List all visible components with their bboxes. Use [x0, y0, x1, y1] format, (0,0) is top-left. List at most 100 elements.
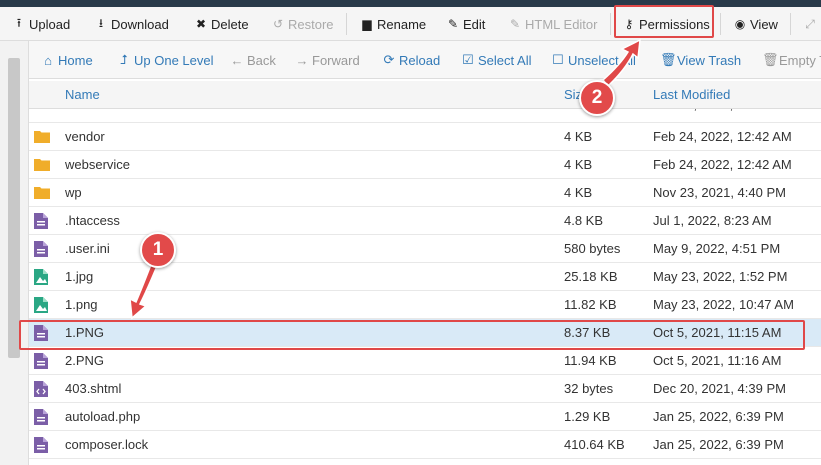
- level-up-icon: ⮥: [120, 52, 128, 67]
- table-row[interactable]: 1.PNG 8.37 KB Oct 5, 2021, 11:15 AM: [29, 319, 821, 347]
- file-size: 8.37 KB: [564, 325, 611, 340]
- file-name: 2.PNG: [65, 353, 105, 368]
- toolbar-divider: [720, 13, 721, 35]
- table-row[interactable]: vendor 4 KB Feb 24, 2022, 12:42 AM: [29, 123, 821, 151]
- file-name: 1.jpg: [65, 269, 94, 284]
- arrow-left-icon: ←: [230, 52, 244, 68]
- file-modified: Feb 24, 2022, 12:42 AM: [653, 129, 792, 144]
- top-strip: [0, 0, 821, 7]
- table-row[interactable]: var 4 KB Feb 24, 2022, 12:42 AM: [29, 109, 821, 123]
- text-file-icon: [34, 409, 48, 425]
- table-row[interactable]: .htaccess 4.8 KB Jul 1, 2022, 8:23 AM: [29, 207, 821, 235]
- file-modified: May 23, 2022, 1:52 PM: [653, 269, 788, 284]
- file-name: wp: [65, 185, 82, 200]
- reload-button[interactable]: ⟳ Reload: [382, 41, 441, 79]
- up-one-level-button[interactable]: ⮥ Up One Level: [117, 41, 213, 79]
- file-toolbar: ⭱ Upload ⭳ Download ✖ Delete ↺ Restore ▆ Rena…: [0, 7, 821, 41]
- folder-icon: [34, 129, 50, 145]
- file-modified: Oct 5, 2021, 11:15 AM: [653, 325, 782, 340]
- home-button[interactable]: ⌂ Home: [41, 41, 93, 79]
- column-header-name[interactable]: Name: [65, 81, 100, 109]
- column-header-last-modified[interactable]: Last Modified: [653, 81, 730, 109]
- table-row[interactable]: webservice 4 KB Feb 24, 2022, 12:42 AM: [29, 151, 821, 179]
- step-1-badge: 1: [140, 232, 176, 268]
- key-icon: ⚷: [624, 17, 634, 31]
- download-icon: ⭳: [98, 15, 104, 30]
- rename-button[interactable]: ▆ Rename: [360, 7, 426, 41]
- restore-icon: ↺: [272, 17, 284, 31]
- folder-icon: [34, 185, 50, 201]
- text-file-icon: [34, 241, 48, 257]
- html-editor-icon: ✎: [509, 17, 521, 31]
- upload-button[interactable]: ⭱ Upload: [12, 7, 70, 41]
- back-button[interactable]: ← Back: [230, 41, 276, 79]
- file-size: 4 KB: [564, 185, 593, 200]
- empty-trash-button[interactable]: 🗑Empty Trash: [762, 41, 821, 79]
- file-size: 32 bytes: [564, 381, 614, 396]
- file-name: var: [65, 109, 83, 119]
- file-modified: Feb 24, 2022, 12:42 AM: [653, 157, 792, 172]
- toolbar-divider: [610, 13, 611, 35]
- file-name: composer.lock: [65, 437, 149, 452]
- restore-button[interactable]: ↺ Restore: [271, 7, 334, 41]
- file-name: autoload.php: [65, 409, 141, 424]
- trash-icon: 🗑: [762, 52, 779, 67]
- file-size: 4 KB: [564, 157, 593, 172]
- text-file-icon: [34, 325, 48, 341]
- home-icon: ⌂: [44, 52, 52, 68]
- file-size: 4.8 KB: [564, 213, 604, 228]
- file-modified: Jul 1, 2022, 8:23 AM: [653, 213, 772, 228]
- edit-button[interactable]: ✎ Edit: [446, 7, 485, 41]
- html-editor-button[interactable]: ✎ HTML Editor: [508, 7, 598, 41]
- upload-icon: ⭱: [16, 15, 22, 30]
- reload-icon: ⟳: [383, 52, 395, 67]
- table-row[interactable]: autoload.php 1.29 KB Jan 25, 2022, 6:39 PM: [29, 403, 821, 431]
- sidebar-scrollbar[interactable]: [8, 58, 20, 358]
- file-name: .user.ini: [65, 241, 110, 256]
- table-row[interactable]: 1.jpg 25.18 KB May 23, 2022, 1:52 PM: [29, 263, 821, 291]
- file-modified: Dec 20, 2021, 4:39 PM: [653, 381, 786, 396]
- download-button[interactable]: ⭳ Download: [94, 7, 169, 41]
- delete-button[interactable]: ✖ Delete: [194, 7, 249, 41]
- file-name: vendor: [65, 129, 105, 144]
- file-modified: Feb 24, 2022, 12:42 AM: [653, 109, 792, 119]
- table-row[interactable]: composer.lock 410.64 KB Jan 25, 2022, 6:39…: [29, 431, 821, 459]
- expand-icon: ⤢: [805, 16, 815, 31]
- file-name: webservice: [65, 157, 131, 172]
- file-name: 1.png: [65, 297, 98, 312]
- file-size: 25.18 KB: [564, 269, 618, 284]
- file-modified: Jan 25, 2022, 6:39 PM: [653, 437, 784, 452]
- navigation-bar: ⌂ Home ⮥ Up One Level ← Back → Forward ⟳ Relo…: [29, 41, 821, 79]
- eye-icon: ◉: [734, 17, 746, 31]
- table-row[interactable]: 2.PNG 11.94 KB Oct 5, 2021, 11:16 AM: [29, 347, 821, 375]
- table-row[interactable]: wp 4 KB Nov 23, 2021, 4:40 PM: [29, 179, 821, 207]
- delete-icon: ✖: [195, 17, 207, 31]
- file-name: 403.shtml: [65, 381, 122, 396]
- view-trash-button[interactable]: 🗑 View Trash: [660, 41, 741, 79]
- table-row[interactable]: 403.shtml 32 bytes Dec 20, 2021, 4:39 PM: [29, 375, 821, 403]
- select-all-button[interactable]: ☑ Select All: [461, 41, 531, 79]
- table-row[interactable]: 1.png 11.82 KB May 23, 2022, 10:47 AM: [29, 291, 821, 319]
- text-file-icon: [34, 437, 48, 453]
- file-modified: May 23, 2022, 10:47 AM: [653, 297, 794, 312]
- toolbar-divider: [346, 13, 347, 35]
- file-modified: May 9, 2022, 4:51 PM: [653, 241, 781, 256]
- pencil-icon: ✎: [447, 17, 459, 31]
- empty-box-icon: ☐: [552, 52, 564, 67]
- image-file-icon: [34, 269, 48, 285]
- file-modified: Jan 25, 2022, 6:39 PM: [653, 409, 784, 424]
- file-size: 410.64 KB: [564, 437, 625, 452]
- file-size: 580 bytes: [564, 241, 621, 256]
- file-size: 11.94 KB: [564, 353, 617, 368]
- permissions-button[interactable]: ⚷ Permissions: [622, 7, 710, 41]
- view-button[interactable]: ◉ View: [733, 7, 778, 41]
- forward-button[interactable]: → Forward: [295, 41, 360, 79]
- file-size: 1.29 KB: [564, 409, 611, 424]
- unselect-all-button[interactable]: ☐ Unselect All: [551, 41, 636, 79]
- step-2-badge: 2: [579, 80, 615, 116]
- text-file-icon: [34, 353, 48, 369]
- expand-button[interactable]: ⤢: [803, 7, 820, 41]
- table-header: Name Size Last Modified: [29, 81, 821, 109]
- file-name: .htaccess: [65, 213, 120, 228]
- folder-icon: [34, 157, 50, 173]
